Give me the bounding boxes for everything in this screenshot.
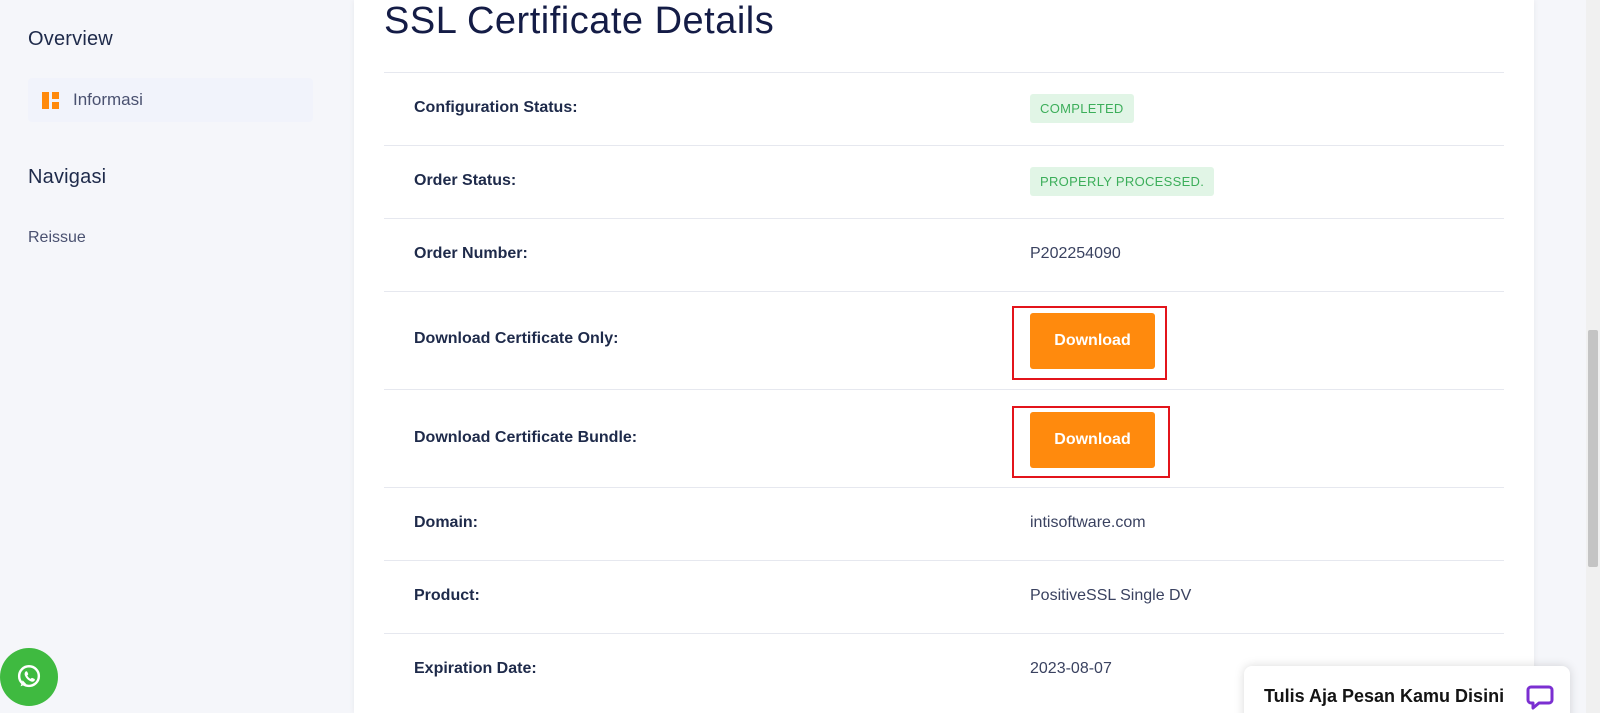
row-label: Download Certificate Only:: [414, 330, 619, 347]
details-table: Configuration Status: COMPLETED Order St…: [384, 72, 1504, 703]
chat-widget-text: Tulis Aja Pesan Kamu Disini: [1264, 685, 1505, 706]
row-label: Product:: [414, 587, 480, 604]
status-badge: COMPLETED: [1030, 94, 1134, 123]
sidebar-item-label: Informasi: [73, 90, 143, 109]
table-row: Download Certificate Bundle: Download: [384, 389, 1504, 487]
order-number-value: P202254090: [1030, 245, 1121, 262]
whatsapp-icon: [17, 665, 41, 688]
table-row: Product: PositiveSSL Single DV: [384, 560, 1504, 633]
row-label: Expiration Date:: [414, 660, 537, 677]
chat-widget[interactable]: Tulis Aja Pesan Kamu Disini: [1244, 666, 1570, 713]
sidebar-item-informasi[interactable]: Informasi: [28, 78, 313, 122]
row-label: Order Number:: [414, 245, 528, 262]
chat-bubble-icon: [1526, 685, 1554, 710]
table-row: Order Number: P202254090: [384, 218, 1504, 291]
whatsapp-button[interactable]: [0, 648, 58, 706]
row-label: Configuration Status:: [414, 99, 578, 116]
table-row: Configuration Status: COMPLETED: [384, 72, 1504, 145]
expiration-date-value: 2023-08-07: [1030, 660, 1112, 677]
row-label: Domain:: [414, 514, 478, 531]
sidebar-heading-overview: Overview: [28, 28, 113, 50]
sidebar-link-reissue[interactable]: Reissue: [28, 229, 86, 247]
table-row: Download Certificate Only: Download: [384, 291, 1504, 389]
page: Overview Informasi Navigasi Reissue SSL …: [0, 0, 1600, 713]
download-certificate-button[interactable]: Download: [1030, 313, 1155, 369]
product-value: PositiveSSL Single DV: [1030, 587, 1192, 604]
sidebar: Overview Informasi Navigasi Reissue: [0, 0, 330, 713]
ssl-details-card: SSL Certificate Details Configuration St…: [354, 0, 1534, 713]
page-scrollbar[interactable]: [1586, 0, 1600, 713]
table-row: Domain: intisoftware.com: [384, 487, 1504, 560]
page-title: SSL Certificate Details: [384, 0, 775, 42]
row-label: Download Certificate Bundle:: [414, 429, 638, 446]
domain-value: intisoftware.com: [1030, 514, 1146, 531]
status-badge: PROPERLY PROCESSED.: [1030, 167, 1215, 196]
dashboard-icon: [42, 91, 59, 109]
table-row: Order Status: PROPERLY PROCESSED.: [384, 145, 1504, 218]
row-label: Order Status:: [414, 172, 517, 189]
sidebar-heading-navigasi: Navigasi: [28, 166, 107, 188]
download-bundle-button[interactable]: Download: [1030, 412, 1155, 468]
scrollbar-thumb[interactable]: [1588, 330, 1598, 567]
